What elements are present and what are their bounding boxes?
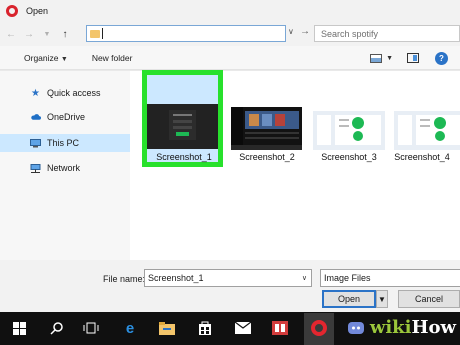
- window-title: Open: [26, 6, 49, 16]
- cloud-icon: [30, 112, 41, 122]
- folder-icon: [90, 29, 100, 38]
- wikihow-watermark: wikiHow: [370, 317, 456, 338]
- up-icon[interactable]: ↑: [58, 27, 72, 41]
- navigation-pane: ★ Quick access OneDrive This PC Network: [0, 71, 130, 260]
- file-name-label: Screenshot_4: [394, 152, 450, 162]
- back-icon[interactable]: ←: [4, 27, 18, 41]
- windows-start-icon[interactable]: [10, 319, 28, 337]
- recent-locations-icon[interactable]: ▼: [40, 27, 54, 41]
- organize-button[interactable]: Organize ▼: [24, 53, 68, 63]
- thumbnail-image: [231, 107, 302, 150]
- address-dropdown-icon[interactable]: ∨: [288, 27, 294, 36]
- preview-pane-icon[interactable]: [407, 53, 419, 63]
- open-button[interactable]: Open: [322, 290, 376, 308]
- nav-label: OneDrive: [47, 112, 86, 122]
- edge-icon[interactable]: e: [121, 319, 139, 337]
- reader-app-icon[interactable]: [271, 319, 289, 337]
- search-input[interactable]: Search spotify: [314, 25, 460, 42]
- nav-item-quick-access[interactable]: ★ Quick access: [0, 84, 130, 102]
- nav-label: This PC: [47, 138, 80, 148]
- file-name-value: Screenshot_1: [148, 273, 204, 283]
- nav-label: Quick access: [47, 88, 101, 98]
- nav-item-this-pc[interactable]: This PC: [0, 134, 130, 152]
- task-view-icon[interactable]: [82, 319, 100, 337]
- network-icon: [30, 163, 41, 173]
- file-type-value: Image Files: [324, 273, 371, 283]
- file-name-label: Screenshot_1: [156, 152, 212, 162]
- address-bar[interactable]: [86, 25, 286, 42]
- dialog-footer: File name: Screenshot_1 ∨ Image Files Op…: [0, 260, 460, 312]
- file-name-input[interactable]: Screenshot_1 ∨: [144, 269, 312, 287]
- help-icon[interactable]: ?: [435, 51, 448, 65]
- wikihow-watermark-part2: How: [411, 317, 456, 338]
- store-icon[interactable]: [196, 319, 214, 337]
- open-file-dialog: Open ← → ▼ ↑ ∨ → Search spotify Organize…: [0, 0, 460, 345]
- nav-item-onedrive[interactable]: OneDrive: [0, 108, 130, 126]
- text-caret: [102, 28, 103, 39]
- file-name-label: File name:: [103, 274, 146, 284]
- organize-dropdown-icon: ▼: [60, 55, 68, 63]
- toolbar: Organize ▼ New folder ▼ ?: [0, 46, 460, 70]
- file-type-select[interactable]: Image Files: [320, 269, 460, 287]
- mail-icon[interactable]: [234, 319, 252, 337]
- toolbar-right: ▼ ?: [370, 46, 460, 70]
- address-row: ← → ▼ ↑ ∨ → Search spotify: [0, 22, 460, 46]
- nav-item-network[interactable]: Network: [0, 159, 130, 177]
- discord-icon[interactable]: [347, 319, 365, 337]
- view-dropdown-icon[interactable]: ▼: [386, 55, 393, 62]
- new-folder-button[interactable]: New folder: [92, 53, 133, 63]
- search-icon[interactable]: [48, 319, 66, 337]
- title-bar: Open: [0, 0, 460, 22]
- star-icon: ★: [31, 87, 40, 99]
- search-placeholder: Search spotify: [321, 28, 379, 39]
- change-view-icon[interactable]: [370, 53, 383, 63]
- opera-icon: [6, 5, 18, 17]
- computer-icon: [30, 138, 41, 148]
- chevron-down-icon[interactable]: ∨: [302, 274, 307, 282]
- file-name-label: Screenshot_3: [321, 152, 377, 162]
- opera-icon[interactable]: [310, 319, 328, 337]
- file-explorer-icon[interactable]: [158, 319, 176, 337]
- forward-icon[interactable]: →: [22, 27, 36, 41]
- refresh-icon[interactable]: →: [300, 26, 310, 37]
- cancel-button[interactable]: Cancel: [398, 290, 460, 308]
- thumbnail-image: [313, 107, 385, 150]
- thumbnail-image: [394, 107, 460, 150]
- file-name-label: Screenshot_2: [239, 152, 295, 162]
- nav-label: Network: [47, 163, 81, 173]
- wikihow-watermark-part1: wiki: [369, 317, 412, 338]
- open-dropdown-button[interactable]: ▼: [376, 290, 388, 308]
- thumbnail-image: [147, 104, 218, 149]
- organize-label: Organize: [24, 52, 59, 63]
